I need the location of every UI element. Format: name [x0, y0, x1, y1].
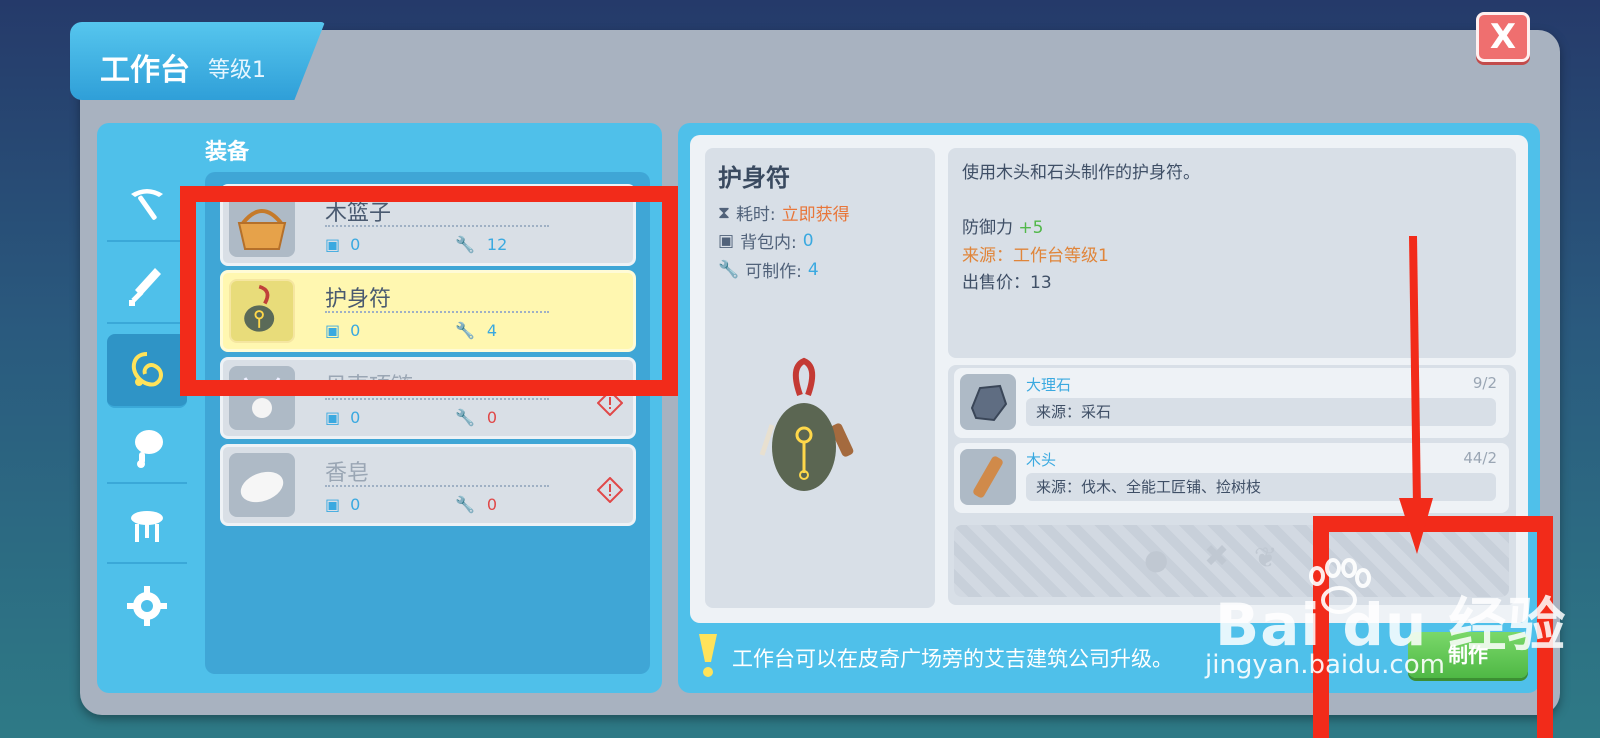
bag-count: ▣ 0 — [325, 408, 361, 427]
workbench-level: 等级1 — [208, 58, 266, 83]
food-icon — [135, 430, 163, 468]
craftable-stat: 🔧 可制作: 4 — [718, 259, 819, 283]
item-name: 护身符 — [718, 164, 790, 192]
upgrade-tip: 工作台可以在皮奇广场旁的艾吉建筑公司升级。 — [732, 647, 1173, 671]
soap-thumbnail — [229, 453, 295, 517]
bag-stat: ▣ 背包内: 0 — [718, 230, 814, 254]
craftable-count: 🔧 0 — [455, 408, 498, 427]
marble-thumbnail — [960, 374, 1016, 430]
soap-icon — [240, 471, 284, 503]
material-count: 44/2 — [1463, 449, 1497, 467]
sell-price: 出售价：13 — [962, 273, 1052, 293]
watermark-url: jingyan.baidu.com — [1205, 650, 1445, 680]
item-description: 使用木头和石头制作的护身符。 — [962, 163, 1200, 183]
wrench-icon: 🔧 — [718, 259, 740, 280]
amulet-preview-image — [759, 357, 854, 491]
category-title: 装备 — [205, 140, 250, 165]
wrench-icon: 🔧 — [455, 408, 475, 427]
category-sidebar — [107, 168, 187, 668]
sword-icon — [129, 268, 161, 306]
stone-icon — [970, 384, 1008, 422]
defense-stat: 防御力 +5 — [962, 218, 1044, 238]
cross-icon: ✖ — [1204, 539, 1230, 574]
backpack-icon: ▣ — [325, 495, 341, 514]
material-name: 大理石 — [1026, 376, 1072, 394]
window-title: 工作台 — [100, 53, 190, 88]
sidebar-item-food[interactable] — [107, 410, 187, 484]
wood-thumbnail — [960, 449, 1016, 505]
annotation-arrow-icon — [1399, 236, 1433, 554]
close-button[interactable]: X — [1476, 12, 1530, 62]
sidebar-item-weapons[interactable] — [107, 250, 187, 324]
sidebar-item-equipment[interactable] — [107, 334, 187, 408]
craftable-count: 🔧 0 — [455, 495, 498, 514]
divider — [325, 398, 549, 400]
material-name: 木头 — [1026, 451, 1057, 469]
source-info: 来源：工作台等级1 — [962, 246, 1109, 266]
backpack-icon: ▣ — [718, 230, 735, 251]
warning-icon — [597, 477, 623, 503]
pickaxe-icon — [131, 189, 163, 220]
material-count: 9/2 — [1472, 374, 1497, 392]
exclamation-icon — [699, 634, 717, 677]
recipe-item-soap[interactable]: 香皂 ▣ 0 🔧 0 — [220, 444, 636, 526]
divider — [325, 485, 549, 487]
sidebar-item-tools[interactable] — [107, 168, 187, 242]
furniture-icon — [131, 511, 163, 542]
backpack-icon: ▣ — [325, 408, 341, 427]
amulet-icon — [131, 352, 163, 387]
sidebar-item-settings[interactable] — [107, 570, 187, 642]
recipe-name: 香皂 — [325, 461, 370, 486]
annotation-box-recipe — [180, 186, 678, 396]
apple-icon: ● — [1144, 543, 1169, 576]
hourglass-icon: ⧗ — [718, 202, 730, 223]
sidebar-item-furniture[interactable] — [107, 490, 187, 564]
wrench-icon: 🔧 — [455, 495, 475, 514]
log-icon — [973, 456, 1003, 498]
bag-count: ▣ 0 — [325, 495, 361, 514]
leaf-icon: ❦ — [1254, 541, 1278, 574]
gear-icon — [127, 586, 167, 626]
time-stat: ⧗ 耗时: 立即获得 — [718, 202, 850, 226]
